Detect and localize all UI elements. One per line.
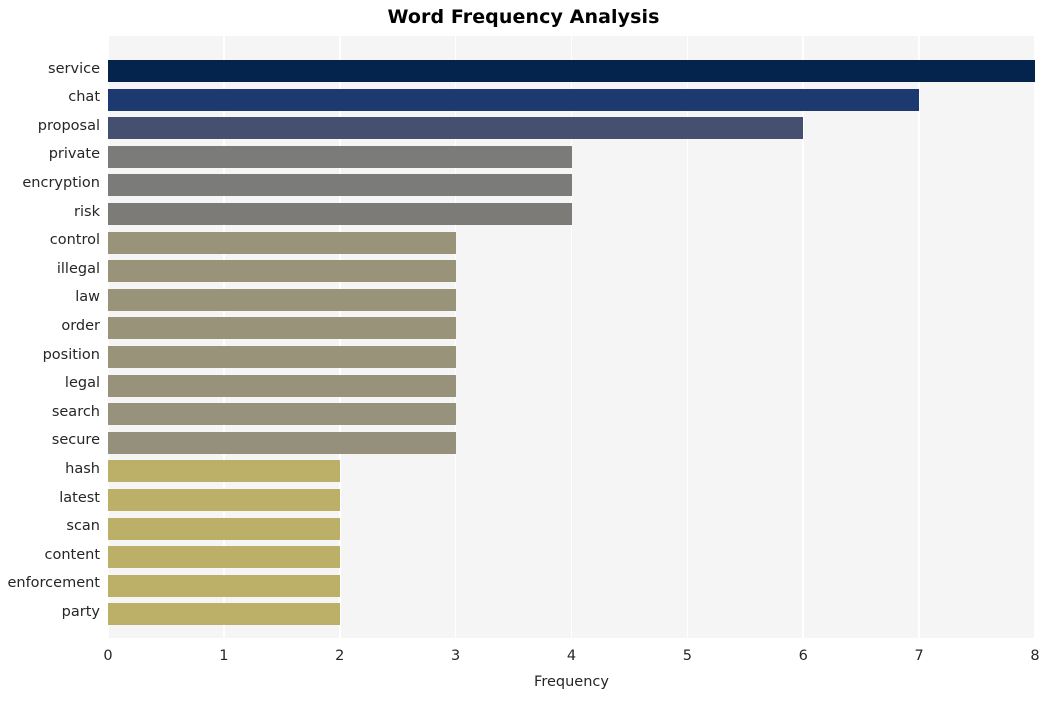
x-tick-0: 0 [103,648,113,664]
word-frequency-chart: Word Frequency Analysis service chat propo… [0,0,1047,701]
x-tick-7: 7 [914,648,924,664]
x-tick-4: 4 [566,648,577,664]
y-tick-encryption: encryption [22,174,100,191]
y-tick-party: party [61,603,100,620]
y-tick-enforcement: enforcement [7,575,100,592]
x-tick-5: 5 [682,648,692,664]
chart-title: Word Frequency Analysis [387,6,660,28]
y-axis-tick-labels: service chat proposal private encryption risk… [0,36,1047,638]
y-tick-content: content [44,546,100,563]
y-tick-position: position [42,346,100,363]
y-tick-illegal: illegal [56,260,100,277]
x-tick-6: 6 [798,648,808,664]
y-tick-order: order [61,317,100,334]
x-tick-3: 3 [451,648,461,664]
x-axis-tick-labels: 0 1 2 3 4 5 6 7 8 [0,648,1047,672]
y-tick-scan: scan [66,518,100,535]
x-tick-8: 8 [1030,648,1040,664]
y-tick-service: service [48,60,100,77]
y-tick-control: control [49,232,100,249]
y-tick-risk: risk [74,203,100,220]
y-tick-legal: legal [64,375,100,392]
y-tick-latest: latest [59,489,100,506]
y-tick-search: search [51,403,100,420]
x-tick-2: 2 [335,648,345,664]
y-tick-hash: hash [65,460,100,477]
y-tick-secure: secure [51,432,100,449]
y-tick-law: law [75,289,100,306]
y-tick-chat: chat [68,89,100,106]
y-tick-proposal: proposal [37,117,100,134]
x-axis-title: Frequency [534,674,609,690]
x-tick-1: 1 [219,648,229,664]
y-tick-private: private [48,146,100,163]
